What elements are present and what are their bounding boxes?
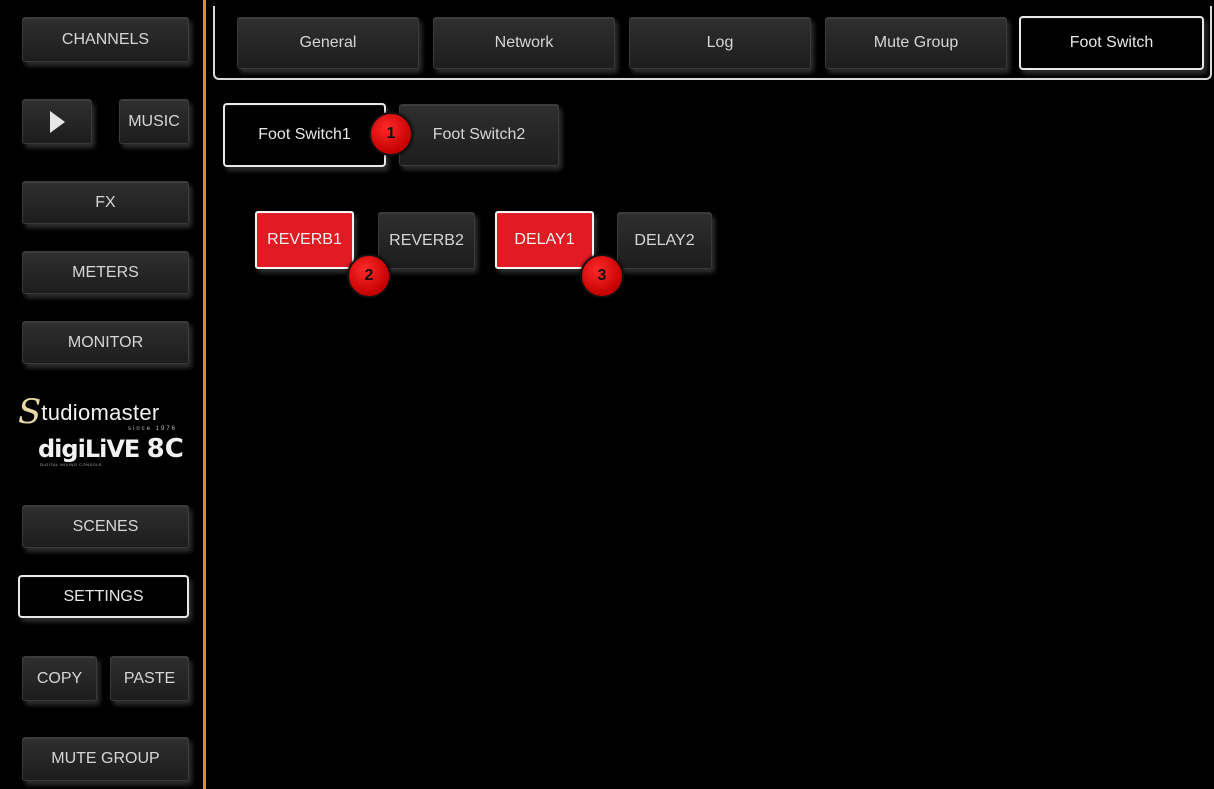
tab-network[interactable]: Network <box>433 17 615 69</box>
settings-button[interactable]: SETTINGS <box>18 575 189 618</box>
tab-foot-switch[interactable]: Foot Switch <box>1019 16 1204 70</box>
monitor-button[interactable]: MONITOR <box>22 321 189 364</box>
copy-button[interactable]: COPY <box>22 656 97 701</box>
scenes-button[interactable]: SCENES <box>22 505 189 548</box>
paste-button[interactable]: PASTE <box>110 656 189 701</box>
tab-mute-group[interactable]: Mute Group <box>825 17 1007 69</box>
delay2-button[interactable]: DELAY2 <box>617 212 712 269</box>
callout-badge-3: 3 <box>580 254 624 298</box>
callout-badge-2: 2 <box>347 254 391 298</box>
mute-group-button[interactable]: MUTE GROUP <box>22 737 189 781</box>
fx-button[interactable]: FX <box>22 181 189 224</box>
foot-switch1-button[interactable]: Foot Switch1 <box>223 103 386 167</box>
music-button[interactable]: MUSIC <box>119 99 189 144</box>
sidebar: CHANNELS MUSIC FX METERS MONITOR Studiom… <box>0 0 203 789</box>
sidebar-divider <box>203 0 206 789</box>
product-subtitle: DIGITAL MIXING CONSOLE <box>40 462 103 467</box>
channels-button[interactable]: CHANNELS <box>22 17 189 62</box>
play-button[interactable] <box>22 99 92 144</box>
meters-button[interactable]: METERS <box>22 251 189 294</box>
delay1-button[interactable]: DELAY1 <box>495 211 594 269</box>
reverb1-button[interactable]: REVERB1 <box>255 211 354 269</box>
callout-badge-1: 1 <box>369 112 413 156</box>
product-name: digiLiVE 8C <box>38 434 184 464</box>
foot-switch2-button[interactable]: Foot Switch2 <box>399 104 559 166</box>
studiomaster-logo: Studiomaster since 1976 digiLiVE 8C DIGI… <box>18 392 198 472</box>
tab-log[interactable]: Log <box>629 17 811 69</box>
play-icon <box>49 110 65 133</box>
since-text: since 1976 <box>128 426 178 432</box>
reverb2-button[interactable]: REVERB2 <box>378 212 475 269</box>
tab-general[interactable]: General <box>237 17 419 69</box>
